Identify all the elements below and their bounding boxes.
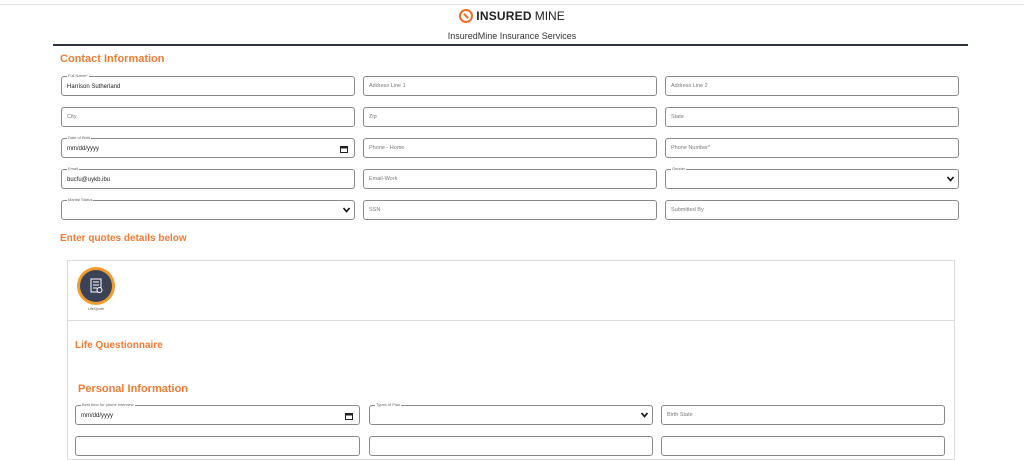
quote-card — [67, 260, 955, 460]
full-name-value: Harrison Sutherland — [67, 84, 121, 90]
gender-label: Gender — [671, 166, 687, 172]
gender-select[interactable]: Gender — [665, 166, 959, 189]
marital-status-label: Marital Status — [67, 197, 94, 203]
life-quote-tile[interactable] — [77, 267, 115, 305]
ssn-field[interactable]: SSN — [363, 200, 657, 220]
date-of-birth-value: mm/dd/yyyy — [67, 146, 100, 152]
address-line-2-field[interactable]: Address Line 2 — [665, 76, 959, 96]
types-of-plan-select[interactable]: Types of Plan — [369, 402, 653, 425]
ssn-placeholder: SSN — [369, 207, 381, 213]
top-border — [0, 4, 1024, 5]
date-of-birth-field[interactable]: Date of Birth mm/dd/yyyy — [61, 135, 355, 158]
best-time-label: Best time for phone interview — [81, 402, 135, 408]
life-quote-icon — [80, 270, 112, 302]
insuredmine-logo-icon — [459, 9, 474, 23]
types-of-plan-label: Types of Plan — [375, 402, 402, 408]
address-line-1-placeholder: Address Line 1 — [369, 83, 406, 89]
zip-field[interactable]: Zip — [363, 107, 657, 127]
chevron-down-icon — [343, 207, 350, 213]
contact-information-title: Contact Information — [60, 53, 165, 65]
phone-home-field[interactable]: Phone - Home — [363, 138, 657, 158]
city-placeholder: City — [67, 114, 77, 120]
next-row-field-3[interactable] — [661, 436, 945, 456]
state-placeholder: State — [671, 114, 684, 120]
brand-header: INSURED MINE InsuredMine Insurance Servi… — [0, 8, 1024, 41]
email-value: bucfu@uykb.ibu — [67, 177, 111, 183]
header-divider — [53, 44, 968, 46]
phone-number-field[interactable]: Phone Number* — [665, 138, 959, 158]
submitted-by-field[interactable]: Submitted By — [665, 200, 959, 220]
state-field[interactable]: State — [665, 107, 959, 127]
brand-name-bold: INSURED — [476, 9, 532, 23]
date-of-birth-label: Date of Birth — [67, 135, 92, 141]
life-questionnaire-title: Life Questionnaire — [75, 340, 163, 351]
calendar-icon[interactable] — [345, 412, 353, 420]
brand-name-light: MINE — [534, 9, 565, 23]
email-work-field[interactable]: Email-Work — [363, 169, 657, 189]
quotes-details-title: Enter quotes details below — [60, 233, 187, 244]
next-row-field-1[interactable] — [75, 436, 360, 456]
marital-status-select[interactable]: Marital Status — [61, 197, 355, 220]
email-label: Email — [67, 166, 80, 172]
card-divider — [67, 320, 955, 321]
address-line-1-field[interactable]: Address Line 1 — [363, 76, 657, 96]
email-work-placeholder: Email-Work — [369, 176, 398, 182]
submitted-by-placeholder: Submitted By — [671, 207, 704, 213]
brand-logo: INSURED MINE — [459, 8, 565, 24]
brand-subtitle: InsuredMine Insurance Services — [447, 31, 577, 41]
calendar-icon[interactable] — [340, 145, 348, 153]
phone-number-placeholder: Phone Number* — [671, 145, 711, 151]
life-quote-label: Life/Quote — [87, 307, 105, 311]
email-field[interactable]: Email bucfu@uykb.ibu — [61, 166, 355, 189]
next-row-field-2[interactable] — [369, 436, 653, 456]
personal-information-title: Personal Information — [78, 383, 189, 395]
best-time-field[interactable]: Best time for phone interview mm/dd/yyyy — [75, 402, 360, 425]
full-name-field[interactable]: Full Name* Harrison Sutherland — [61, 73, 355, 96]
chevron-down-icon — [947, 176, 954, 182]
zip-placeholder: Zip — [369, 114, 377, 120]
chevron-down-icon — [641, 412, 648, 418]
city-field[interactable]: City — [61, 107, 355, 127]
birth-state-field[interactable]: Birth State — [661, 405, 945, 425]
best-time-value: mm/dd/yyyy — [81, 413, 114, 419]
phone-home-placeholder: Phone - Home — [369, 145, 405, 151]
address-line-2-placeholder: Address Line 2 — [671, 83, 708, 89]
full-name-label: Full Name* — [67, 73, 89, 79]
birth-state-placeholder: Birth State — [667, 412, 693, 418]
